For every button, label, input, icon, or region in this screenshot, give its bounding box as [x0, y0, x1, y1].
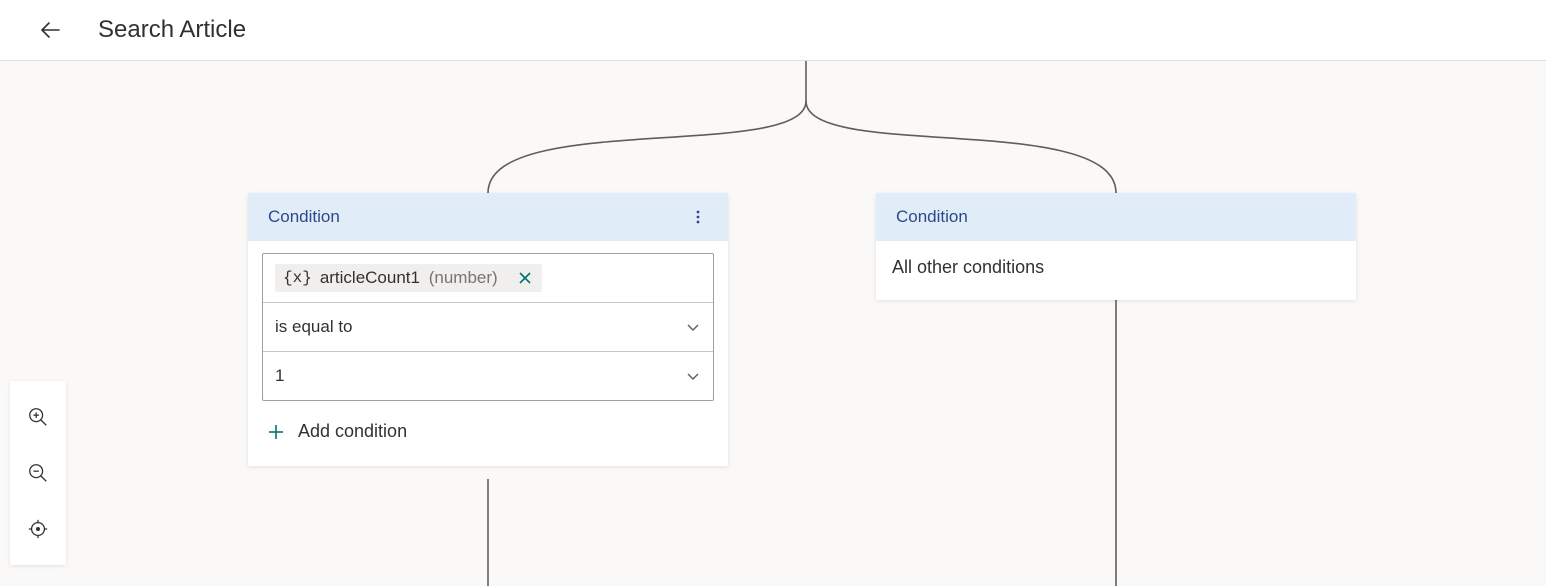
condition-value-row[interactable]: 1: [263, 352, 713, 400]
value-label: 1: [275, 366, 284, 386]
chevron-down-icon: [685, 368, 701, 384]
card-header-label: Condition: [896, 207, 968, 227]
value-dropdown[interactable]: [685, 368, 701, 384]
zoom-toolbar: [10, 381, 66, 565]
add-condition-button[interactable]: Add condition: [262, 415, 411, 448]
close-icon: [518, 271, 532, 285]
condition-card-right[interactable]: Condition All other conditions: [876, 193, 1356, 300]
page-title: Search Article: [98, 16, 246, 44]
variable-chip[interactable]: {x} articleCount1 (number): [275, 264, 542, 292]
variable-symbol: {x}: [283, 269, 312, 287]
all-other-conditions-label: All other conditions: [890, 253, 1342, 282]
operator-dropdown[interactable]: [685, 319, 701, 335]
plus-icon-wrap: [266, 422, 286, 442]
card-more-button[interactable]: [686, 205, 710, 229]
condition-operator-row[interactable]: is equal to: [263, 303, 713, 352]
plus-icon: [266, 422, 286, 442]
target-icon: [27, 518, 49, 540]
operator-label: is equal to: [275, 317, 353, 337]
zoom-in-icon: [27, 406, 49, 428]
remove-variable-button[interactable]: [518, 271, 532, 285]
top-bar: Search Article: [0, 0, 1546, 61]
add-condition-label: Add condition: [298, 421, 407, 442]
zoom-in-button[interactable]: [16, 389, 60, 445]
condition-card-left[interactable]: Condition {x} articleCount1 (number): [248, 193, 728, 466]
zoom-out-button[interactable]: [16, 445, 60, 501]
card-body: {x} articleCount1 (number) is equ: [248, 241, 728, 466]
variable-type: (number): [429, 268, 498, 287]
card-header-label: Condition: [268, 207, 340, 227]
card-header: Condition: [248, 193, 728, 241]
card-body: All other conditions: [876, 241, 1356, 300]
card-header: Condition: [876, 193, 1356, 241]
more-vertical-icon: [690, 209, 706, 225]
chevron-down-icon: [685, 319, 701, 335]
arrow-left-icon: [38, 18, 62, 42]
zoom-out-icon: [27, 462, 49, 484]
fit-view-button[interactable]: [16, 501, 60, 557]
variable-name: articleCount1: [320, 268, 420, 287]
connector-lines: [0, 61, 1546, 586]
back-button[interactable]: [34, 14, 66, 46]
flow-canvas[interactable]: Condition {x} articleCount1 (number): [0, 61, 1546, 586]
condition-rows: {x} articleCount1 (number) is equ: [262, 253, 714, 401]
condition-variable-row[interactable]: {x} articleCount1 (number): [263, 254, 713, 303]
